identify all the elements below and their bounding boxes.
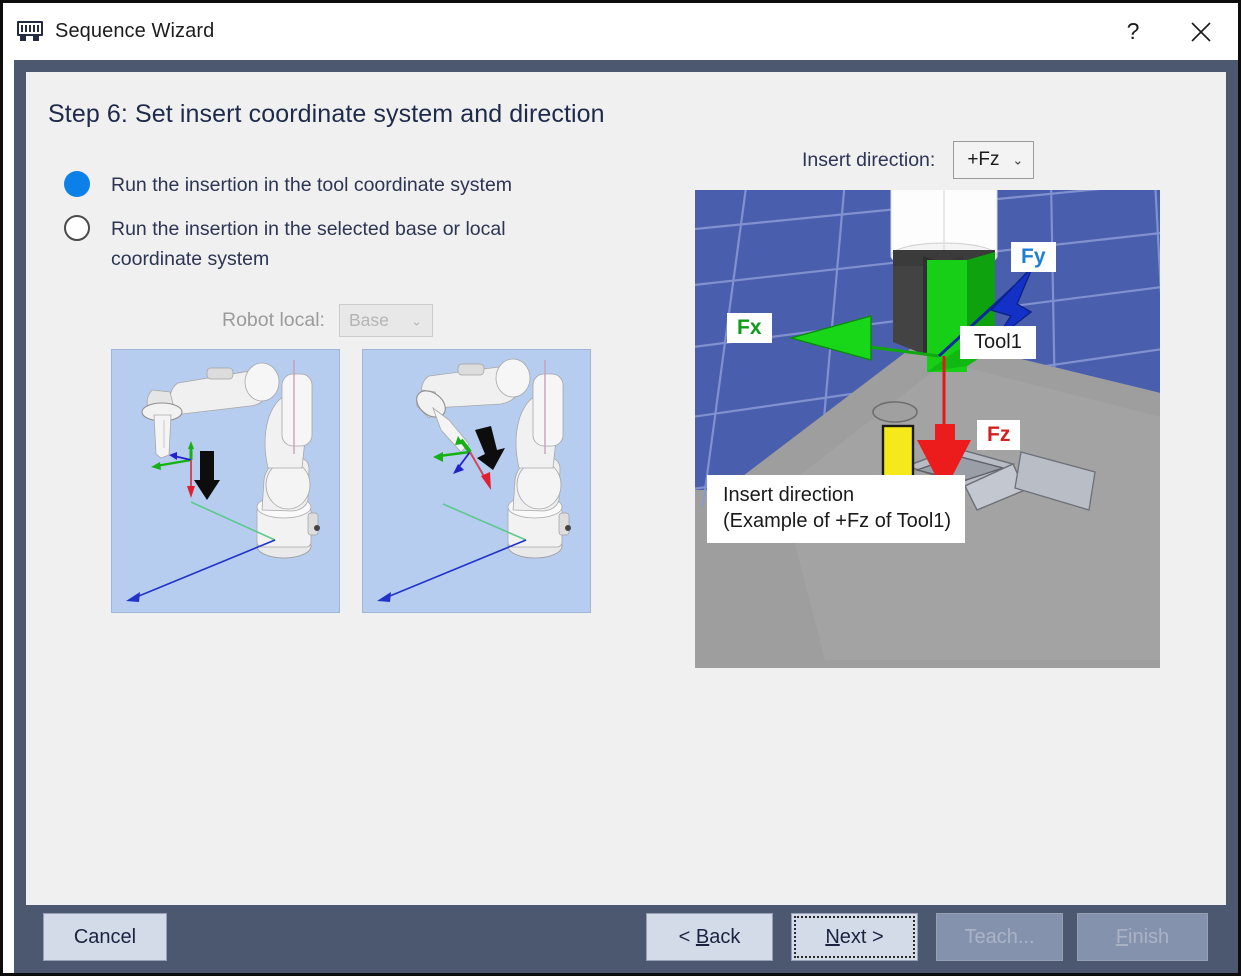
dialog-frame: Step 6: Set insert coordinate system and… bbox=[14, 60, 1238, 973]
robot-local-dropdown[interactable]: Base ⌄ bbox=[338, 304, 433, 337]
cancel-button[interactable]: Cancel bbox=[43, 913, 167, 961]
back-button[interactable]: < Back bbox=[646, 913, 773, 961]
insert-direction-caption: Insert direction (Example of +Fz of Tool… bbox=[707, 475, 966, 543]
sequence-wizard-window: Sequence Wizard ? Step 6: Set insert coo… bbox=[0, 0, 1241, 976]
next-button[interactable]: Next > bbox=[791, 913, 918, 961]
finish-button-label: Finish bbox=[1115, 925, 1170, 948]
dialog-content-panel: Step 6: Set insert coordinate system and… bbox=[26, 72, 1226, 905]
chip-icon bbox=[17, 21, 43, 42]
radio-label-base-local-coordinate: Run the insertion in the selected base o… bbox=[111, 218, 506, 270]
label-fx: Fx bbox=[727, 313, 772, 344]
dialog-footer: Cancel < Back Next > Teach... Finish bbox=[14, 905, 1238, 973]
robot-local-value: Base bbox=[348, 310, 389, 330]
radio-indicator-unselected[interactable] bbox=[64, 215, 90, 241]
chevron-down-icon: ⌄ bbox=[1012, 152, 1024, 168]
next-button-label: Next > bbox=[825, 925, 884, 948]
window-title: Sequence Wizard bbox=[55, 20, 215, 42]
cancel-button-label: Cancel bbox=[73, 925, 137, 948]
robot-arm-tool-illustration bbox=[112, 350, 339, 612]
close-icon bbox=[1191, 21, 1211, 42]
tool-coordinate-preview bbox=[111, 349, 340, 613]
teach-button-label: Teach... bbox=[964, 925, 1035, 948]
title-bar: Sequence Wizard ? bbox=[3, 3, 1238, 60]
close-button[interactable] bbox=[1164, 3, 1238, 60]
help-button[interactable]: ? bbox=[1102, 3, 1164, 60]
chevron-down-icon: ⌄ bbox=[411, 313, 422, 328]
insert-direction-value: +Fz bbox=[967, 149, 1000, 170]
insert-direction-label: Insert direction: bbox=[802, 148, 936, 171]
robot-local-label: Robot local: bbox=[222, 309, 325, 331]
radio-indicator-selected[interactable] bbox=[64, 171, 90, 197]
radio-option-base-local-coordinate[interactable]: Run the insertion in the selected base o… bbox=[64, 214, 581, 274]
teach-button[interactable]: Teach... bbox=[936, 913, 1063, 961]
robot-local-row: Robot local: Base ⌄ bbox=[222, 304, 433, 337]
label-fz: Fz bbox=[977, 420, 1021, 451]
insert-direction-scene bbox=[695, 190, 1160, 668]
robot-arm-base-illustration bbox=[363, 350, 590, 612]
insert-direction-3d-preview: Fy Fx Tool1 Fz Insert direction (Example… bbox=[695, 190, 1160, 668]
label-tool1: Tool1 bbox=[960, 326, 1036, 359]
radio-option-tool-coordinate[interactable]: Run the insertion in the tool coordinate… bbox=[64, 170, 512, 200]
robot-preview-thumbnails bbox=[111, 349, 591, 613]
finish-button[interactable]: Finish bbox=[1077, 913, 1208, 961]
label-fy: Fy bbox=[1011, 242, 1056, 273]
insert-direction-row: Insert direction: +Fz ⌄ bbox=[802, 141, 1035, 179]
insert-direction-dropdown[interactable]: +Fz ⌄ bbox=[953, 141, 1035, 179]
radio-label-tool-coordinate: Run the insertion in the tool coordinate… bbox=[111, 174, 513, 196]
question-mark-icon: ? bbox=[1126, 18, 1140, 44]
base-coordinate-preview bbox=[362, 349, 591, 613]
page-title: Step 6: Set insert coordinate system and… bbox=[48, 100, 605, 128]
back-button-label: < Back bbox=[678, 925, 741, 948]
